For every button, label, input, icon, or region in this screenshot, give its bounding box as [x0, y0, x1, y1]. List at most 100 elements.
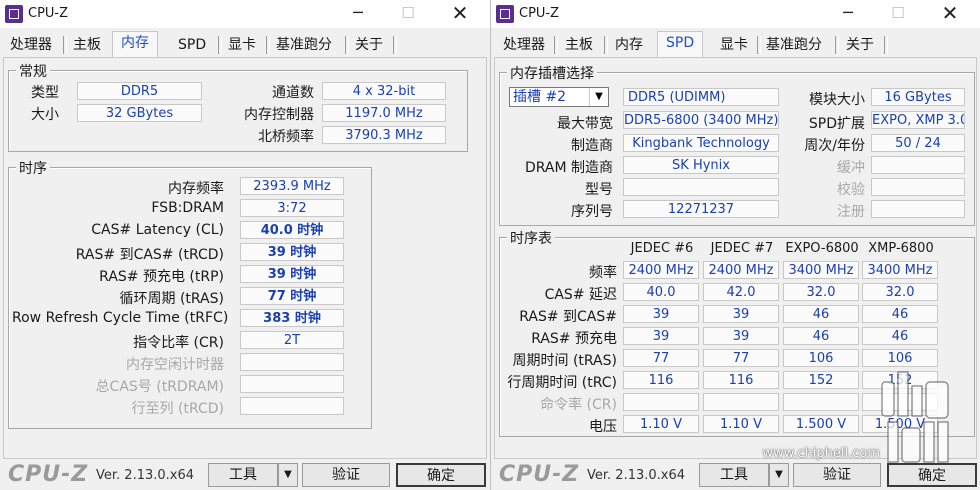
timing-label: 内存频率 [168, 181, 224, 197]
minimize-icon[interactable]: ─ [826, 0, 870, 28]
timing-row-label: 行周期时间 (tRC) [507, 375, 617, 391]
slot-select-value: 插槽 #2 [513, 89, 567, 105]
tab-spd[interactable]: SPD [175, 34, 209, 56]
tools-button[interactable]: 工具 [699, 463, 769, 487]
close-icon[interactable]: ✕ [438, 0, 482, 28]
timing-column-header: EXPO-6800 [785, 241, 859, 256]
timing-cell: 46 [862, 327, 938, 345]
manufacturer-value: Kingbank Technology [623, 134, 779, 152]
timing-cell: 39 [703, 305, 779, 323]
timing-cell: 3400 MHz [862, 261, 938, 279]
tab-bench[interactable]: 基准跑分 [273, 34, 335, 56]
timing-label: FSB:DRAM [151, 200, 224, 216]
tab-separator [835, 36, 839, 54]
timing-cell [623, 393, 699, 411]
tab-mainboard[interactable]: 主板 [562, 34, 596, 56]
size-label: 大小 [31, 107, 59, 123]
timing-label: RAS# 预充电 (tRP) [99, 269, 224, 285]
manufacturer-label: 制造商 [571, 138, 613, 154]
timing-column-header: JEDEC #6 [630, 241, 694, 256]
general-group: 常规 类型 DDR5 大小 32 GBytes 通道数 4 x 32-bit 内… [8, 61, 468, 152]
timing-row-label: 命令率 (CR) [540, 397, 617, 413]
tools-dropdown-icon[interactable]: ▼ [278, 463, 298, 487]
northbridge-value: 3790.3 MHz [322, 126, 446, 144]
tab-bench[interactable]: 基准跑分 [763, 34, 825, 56]
dram-manufacturer-value: SK Hynix [623, 156, 779, 174]
timings-group-label: 时序 [16, 158, 50, 178]
close-icon[interactable]: ✕ [928, 0, 972, 28]
registered-label: 注册 [837, 204, 865, 220]
tools-button[interactable]: 工具 [208, 463, 278, 487]
validate-button[interactable]: 验证 [302, 463, 390, 487]
timing-value: 39 时钟 [240, 243, 344, 261]
tab-bar: 处理器 主板 内存 SPD 显卡 基准跑分 关于 [491, 30, 980, 58]
timing-value [240, 375, 344, 393]
northbridge-label: 北桥频率 [258, 129, 314, 145]
tab-mainboard[interactable]: 主板 [70, 34, 104, 56]
part-number-label: 型号 [585, 182, 613, 198]
tab-separator [393, 36, 397, 54]
timing-cell: 39 [623, 305, 699, 323]
cpuz-window-memory: CPU-Z ─ ☐ ✕ 处理器 主板 内存 SPD 显卡 基准跑分 关于 常规 … [0, 0, 490, 490]
tab-cpu[interactable]: 处理器 [7, 34, 55, 56]
timing-label: 循环周期 (tRAS) [119, 291, 225, 307]
watermark-url: www.chiphell.com [762, 446, 880, 461]
cpuz-logo: CPU-Z [8, 462, 89, 487]
tab-graphics[interactable]: 显卡 [717, 34, 751, 56]
tab-separator [345, 36, 349, 54]
tab-about[interactable]: 关于 [352, 34, 386, 56]
chiphell-watermark-logo [881, 371, 949, 463]
timing-label: 总CAS号 (tRDRAM) [95, 379, 224, 395]
timing-cell [703, 393, 779, 411]
version-text: Ver. 2.13.0.x64 [96, 468, 195, 483]
timing-cell: 32.0 [783, 283, 859, 301]
tab-memory[interactable]: 内存 [612, 34, 646, 56]
maximize-icon[interactable]: ☐ [386, 0, 430, 28]
tab-memory[interactable]: 内存 [112, 31, 158, 58]
timing-cell: 32.0 [862, 283, 938, 301]
chevron-down-icon[interactable]: ▼ [589, 88, 608, 106]
tab-separator [884, 36, 888, 54]
timing-cell: 2400 MHz [623, 261, 699, 279]
minimize-icon[interactable]: ─ [336, 0, 380, 28]
general-group-label: 常规 [16, 61, 50, 81]
tab-graphics[interactable]: 显卡 [225, 34, 259, 56]
serial-number-value: 12271237 [623, 200, 779, 218]
timing-row-label: 电压 [589, 419, 617, 435]
timing-value: 77 时钟 [240, 287, 344, 305]
timing-value: 383 时钟 [240, 309, 344, 327]
tab-separator [218, 36, 222, 54]
module-type-value: DDR5 (UDIMM) [623, 88, 779, 106]
timing-cell: 77 [703, 349, 779, 367]
tab-separator [554, 36, 558, 54]
title-bar: CPU-Z ─ ☐ ✕ [491, 0, 980, 28]
timing-cell: 116 [623, 371, 699, 389]
type-label: 类型 [31, 85, 59, 101]
timing-label: 指令比率 (CR) [133, 335, 224, 351]
module-size-label: 模块大小 [809, 92, 865, 108]
window-title: CPU-Z [28, 6, 69, 21]
timing-label: 内存空闲计时器 [126, 357, 224, 373]
controller-value: 1197.0 MHz [322, 104, 446, 122]
timing-row-label: RAS# 到CAS# [519, 309, 617, 325]
tab-spd[interactable]: SPD [657, 31, 704, 58]
tools-dropdown-icon[interactable]: ▼ [769, 463, 789, 487]
tab-separator [63, 36, 67, 54]
timing-row-label: 周期时间 (tRAS) [512, 353, 618, 369]
timing-cell: 152 [783, 371, 859, 389]
tab-about[interactable]: 关于 [843, 34, 877, 56]
maximize-icon[interactable]: ☐ [876, 0, 920, 28]
part-number-value [623, 178, 779, 196]
validate-button[interactable]: 验证 [793, 463, 881, 487]
tab-separator [604, 36, 608, 54]
timing-label: Row Refresh Cycle Time (tRFC) [12, 310, 229, 326]
spd-ext-value: EXPO, XMP 3.0 [871, 111, 965, 129]
ok-button[interactable]: 确定 [396, 463, 486, 487]
timing-cell: 2400 MHz [703, 261, 779, 279]
type-value: DDR5 [77, 82, 202, 100]
slot-select[interactable]: 插槽 #2 ▼ [509, 87, 609, 107]
buffered-label: 缓冲 [837, 160, 865, 176]
correction-value [871, 178, 965, 196]
tab-cpu[interactable]: 处理器 [500, 34, 548, 56]
timing-cell: 40.0 [623, 283, 699, 301]
